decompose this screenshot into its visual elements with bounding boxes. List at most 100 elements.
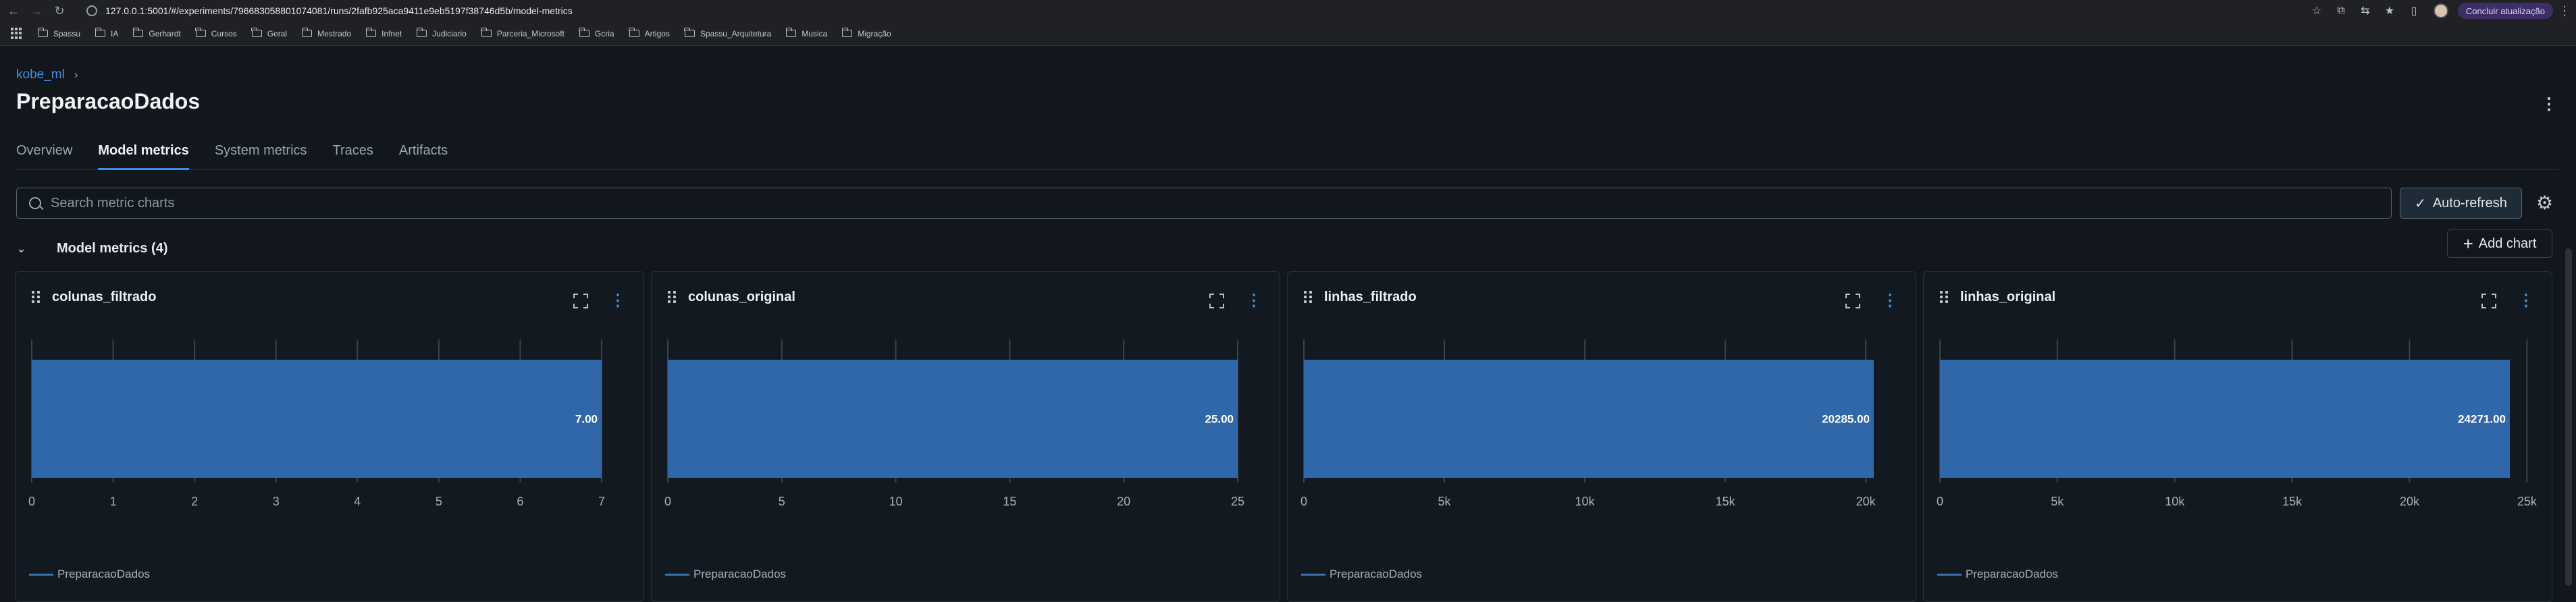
x-tick-label: 5 bbox=[436, 495, 442, 508]
profile-avatar[interactable] bbox=[2433, 3, 2448, 18]
breadcrumb: kobe_ml › bbox=[16, 67, 78, 82]
folder-icon bbox=[481, 28, 492, 37]
translate-icon[interactable]: ⇆ bbox=[2357, 2, 2374, 20]
folder-icon bbox=[416, 28, 427, 37]
url-text[interactable]: 127.0.0.1:5001/#/experiments/79668305880… bbox=[105, 5, 573, 16]
bookmark-folder[interactable]: Musica bbox=[785, 28, 828, 38]
site-info-icon[interactable] bbox=[86, 5, 97, 16]
x-tick-label: 6 bbox=[517, 495, 523, 508]
bookmarks-bar: Spassu IA Gerhardt Cursos Geral Mestrado… bbox=[0, 22, 2576, 46]
bookmark-folder[interactable]: Parceria_Microsoft bbox=[481, 28, 564, 38]
update-button[interactable]: Concluir atualização bbox=[2457, 3, 2553, 19]
bookmark-folder[interactable]: Geral bbox=[251, 28, 287, 38]
x-tick-label: 0 bbox=[1300, 495, 1307, 508]
x-tick-label: 20k bbox=[1856, 495, 1876, 508]
bookmark-folder[interactable]: Infnet bbox=[365, 28, 402, 38]
tab-traces[interactable]: Traces bbox=[333, 140, 373, 170]
tab-model-metrics[interactable]: Model metrics bbox=[98, 140, 189, 170]
bar-chart: 0 5k 10k 15k 20k 20285.00 bbox=[1300, 339, 1876, 508]
bookmarks-panel-icon[interactable]: ★ bbox=[2381, 2, 2398, 20]
x-tick-label: 0 bbox=[664, 495, 671, 508]
bar-value-label: 20285.00 bbox=[1822, 413, 1870, 426]
bookmark-folder[interactable]: Judiciario bbox=[416, 28, 467, 38]
x-tick-label: 10k bbox=[2165, 495, 2185, 508]
back-icon[interactable]: ← bbox=[4, 1, 23, 20]
bar-chart: 0 5 10 15 20 25 25.00 bbox=[664, 339, 1244, 508]
bookmark-folder[interactable]: Spassu_Arquitetura bbox=[684, 28, 772, 38]
x-tick-label: 25 bbox=[1231, 495, 1244, 508]
bar-value-label: 24271.00 bbox=[2458, 413, 2506, 426]
legend-label: PreparacaoDados bbox=[1330, 568, 1423, 580]
folder-icon bbox=[684, 28, 695, 37]
scrollbar[interactable] bbox=[2565, 248, 2572, 586]
forward-icon[interactable]: → bbox=[27, 1, 46, 20]
bookmark-folder[interactable]: Migração bbox=[841, 28, 891, 38]
folder-icon bbox=[95, 28, 106, 37]
legend-swatch bbox=[29, 573, 53, 576]
auto-refresh-label: Auto-refresh bbox=[2432, 195, 2507, 211]
x-tick-label: 20k bbox=[2400, 495, 2420, 508]
bookmark-label: Spassu_Arquitetura bbox=[700, 28, 772, 38]
legend-label: PreparacaoDados bbox=[57, 568, 151, 580]
x-tick-label: 10k bbox=[1575, 495, 1596, 508]
tab-overview[interactable]: Overview bbox=[16, 140, 72, 170]
bar bbox=[1304, 360, 1874, 478]
chevron-down-icon[interactable]: ⌄ bbox=[16, 242, 36, 256]
x-tick-label: 15 bbox=[1003, 495, 1016, 508]
x-tick-label: 15k bbox=[1716, 495, 1736, 508]
chart-legend: PreparacaoDados bbox=[29, 568, 150, 581]
bookmark-label: Gerhardt bbox=[149, 28, 181, 38]
sidebar-icon[interactable]: ▯ bbox=[2405, 2, 2423, 20]
x-tick-label: 4 bbox=[354, 495, 361, 508]
mlflow-run-page: kobe_ml › PreparacaoDados ⋮ Overview Mod… bbox=[0, 46, 2576, 602]
tab-artifacts[interactable]: Artifacts bbox=[399, 140, 448, 170]
legend-swatch bbox=[1301, 573, 1325, 576]
folder-icon bbox=[785, 28, 797, 37]
x-tick-label: 1 bbox=[110, 495, 117, 508]
bar-chart: 0 5k 10k 15k 20k 25k 24271.00 bbox=[1937, 339, 2538, 508]
x-tick-label: 20 bbox=[1117, 495, 1130, 508]
gear-icon[interactable]: ⚙ bbox=[2536, 192, 2553, 214]
bookmark-label: Judiciario bbox=[432, 28, 467, 38]
run-menu-icon[interactable]: ⋮ bbox=[2541, 94, 2557, 114]
chart-card: linhas_filtrado ⋮ 0 5k 10k 15k 20k 20285.00 P… bbox=[1287, 271, 1916, 602]
bookmark-folder[interactable]: Mestrado bbox=[301, 28, 351, 38]
bookmark-folder[interactable]: Artigos bbox=[629, 28, 670, 38]
page-title: PreparacaoDados bbox=[16, 89, 201, 113]
bookmark-folder[interactable]: Gerhardt bbox=[132, 28, 181, 38]
bookmark-folder[interactable]: Gcria bbox=[579, 28, 614, 38]
bookmark-folder[interactable]: Spassu bbox=[37, 28, 81, 38]
bookmark-label: Migração bbox=[858, 28, 891, 38]
bar bbox=[668, 360, 1238, 478]
bookmark-folder[interactable]: Cursos bbox=[195, 28, 237, 38]
section-header[interactable]: ⌄ Model metrics (4) bbox=[16, 235, 167, 262]
folder-icon bbox=[301, 28, 313, 37]
chart-legend: PreparacaoDados bbox=[1937, 568, 2058, 581]
folder-icon bbox=[251, 28, 262, 37]
address-bar[interactable]: 127.0.0.1:5001/#/experiments/79668305880… bbox=[80, 3, 2335, 19]
bookmark-label: Musica bbox=[801, 28, 828, 38]
chart-legend: PreparacaoDados bbox=[1301, 568, 1422, 581]
bookmark-label: Spassu bbox=[53, 28, 81, 38]
bookmark-label: Parceria_Microsoft bbox=[496, 28, 564, 38]
search-input[interactable] bbox=[51, 195, 2346, 211]
bookmark-label: Cursos bbox=[211, 28, 237, 38]
x-tick-label: 5k bbox=[2051, 495, 2064, 508]
bar-value-label: 7.00 bbox=[575, 413, 598, 426]
breadcrumb-experiment-link[interactable]: kobe_ml bbox=[16, 67, 65, 82]
bookmark-folder[interactable]: IA bbox=[95, 28, 118, 38]
x-tick-label: 25k bbox=[2517, 495, 2538, 508]
folder-icon bbox=[37, 28, 48, 37]
x-tick-label: 5k bbox=[1438, 495, 1452, 508]
extensions-icon[interactable]: ⧉ bbox=[2332, 2, 2350, 20]
tab-system-metrics[interactable]: System metrics bbox=[215, 140, 307, 170]
auto-refresh-button[interactable]: ✓ Auto-refresh bbox=[2400, 188, 2522, 219]
bookmark-star-icon[interactable]: ☆ bbox=[2308, 2, 2325, 20]
apps-grid-icon[interactable] bbox=[11, 27, 23, 40]
x-tick-label: 15k bbox=[2282, 495, 2303, 508]
add-chart-button[interactable]: + Add chart bbox=[2447, 229, 2552, 258]
browser-menu-icon[interactable]: ⋮ bbox=[2558, 4, 2571, 18]
reload-icon[interactable]: ↻ bbox=[50, 1, 69, 20]
bar bbox=[32, 360, 602, 478]
legend-swatch bbox=[1937, 573, 1962, 576]
